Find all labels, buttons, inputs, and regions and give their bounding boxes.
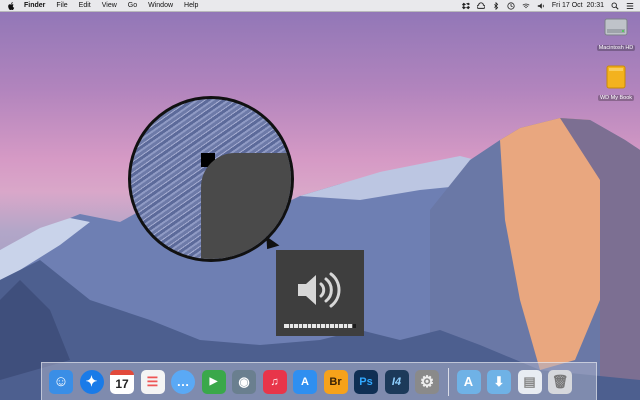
external-drive-icon — [606, 65, 626, 89]
desktop-icon-label: WD My Book — [597, 95, 635, 101]
apple-icon[interactable] — [8, 1, 15, 10]
dock-item-bridge[interactable]: Br — [323, 369, 348, 394]
volume-segment-divider — [329, 324, 330, 328]
zoom-lens — [128, 96, 294, 262]
volume-icon[interactable] — [537, 2, 545, 10]
desktop-icon-macintosh-hd[interactable]: Macintosh HD — [590, 14, 640, 51]
time-machine-icon[interactable] — [507, 1, 515, 10]
volume-segment-divider — [306, 324, 308, 328]
volume-segment-divider — [293, 324, 294, 328]
volume-segment-divider — [338, 324, 339, 328]
reminders-icon: ☰ — [146, 373, 159, 389]
dock-item-iphoto[interactable]: ◉ — [232, 369, 256, 394]
app-14-icon: I4 — [391, 375, 402, 388]
volume-segment-divider — [342, 324, 344, 328]
desktop-icon-wd-my-book[interactable]: WD My Book — [590, 64, 640, 101]
menu-edit[interactable]: Edit — [79, 0, 91, 11]
menubar-clock[interactable]: Fri 17 Oct 20:31 — [552, 0, 604, 11]
dock-item-photoshop[interactable]: Ps — [354, 369, 378, 394]
volume-segment-divider — [288, 324, 290, 328]
wallpaper-mountains — [0, 118, 640, 400]
gear-icon: ⚙ — [419, 373, 435, 391]
volume-segment-divider — [320, 324, 321, 328]
wifi-icon[interactable] — [522, 2, 530, 10]
hard-drive-icon — [604, 18, 628, 36]
dock-item-trash[interactable]: 🗑 — [548, 369, 572, 394]
volume-hud — [276, 250, 364, 336]
dock-item-safari[interactable]: ✦ — [79, 369, 104, 394]
dock-separator — [447, 367, 449, 396]
dock-item-app-store[interactable]: A — [293, 369, 317, 394]
menu-view[interactable]: View — [102, 0, 117, 11]
menu-bar: Finder File Edit View Go Window Help Fri… — [0, 0, 640, 12]
bridge-icon: Br — [329, 375, 342, 388]
downloads-folder-icon: ⬇ — [493, 373, 505, 389]
speaker-icon — [298, 272, 341, 308]
volume-segment-divider — [351, 324, 353, 328]
volume-segment-divider — [324, 324, 326, 328]
dock-item-finder[interactable]: ☺ — [49, 369, 73, 394]
menu-go[interactable]: Go — [128, 0, 137, 11]
spotlight-icon[interactable] — [611, 2, 619, 10]
dock-item-downloads[interactable]: ⬇ — [487, 369, 511, 394]
itunes-icon: ♫ — [270, 375, 279, 388]
facetime-icon: ▶ — [209, 376, 218, 387]
applications-folder-icon: A — [463, 374, 474, 389]
dock: ☺ ✦ 17 ☰ … ▶ ◉ ♫ A Br Ps I4 ⚙ A ⬇ ▤ 🗑 — [41, 362, 597, 400]
messages-icon: … — [176, 374, 190, 389]
volume-segment-divider — [315, 324, 317, 328]
dock-item-itunes[interactable]: ♫ — [262, 369, 287, 394]
calendar-icon: 17 — [115, 377, 129, 391]
finder-icon: ☺ — [53, 373, 69, 390]
volume-segment-divider — [347, 324, 348, 328]
menu-file[interactable]: File — [56, 0, 67, 11]
photos-icon: ◉ — [238, 373, 250, 389]
dock-item-applications[interactable]: A — [456, 369, 481, 394]
volume-segment-divider — [302, 324, 303, 328]
menu-help[interactable]: Help — [184, 0, 198, 11]
dock-item-system-preferences[interactable]: ⚙ — [415, 369, 439, 394]
dropbox-icon[interactable] — [461, 2, 470, 10]
zoomed-volume-hud — [201, 153, 291, 259]
dock-item-calendar[interactable]: 17 — [110, 369, 134, 394]
safari-icon: ✦ — [85, 373, 98, 389]
volume-segment-divider — [311, 324, 312, 328]
notification-center-icon[interactable] — [626, 2, 634, 10]
menu-window[interactable]: Window — [148, 0, 173, 11]
volume-segment-divider — [297, 324, 299, 328]
dock-item-messages[interactable]: … — [171, 369, 195, 394]
desktop — [0, 0, 640, 400]
menu-finder[interactable]: Finder — [24, 0, 45, 11]
photoshop-icon: Ps — [359, 375, 373, 388]
desktop-icon-label: Macintosh HD — [596, 45, 636, 51]
creative-cloud-icon[interactable] — [476, 1, 485, 10]
dock-item-facetime[interactable]: ▶ — [201, 369, 226, 394]
bluetooth-icon[interactable] — [492, 1, 500, 10]
trash-icon: 🗑 — [551, 373, 569, 389]
volume-level-bar — [284, 324, 356, 328]
dock-item-indesign-14[interactable]: I4 — [384, 369, 409, 394]
documents-stack-icon: ▤ — [523, 373, 536, 389]
dock-item-documents[interactable]: ▤ — [517, 369, 542, 394]
dock-item-reminders[interactable]: ☰ — [140, 369, 165, 394]
volume-segment-divider — [333, 324, 335, 328]
app-store-icon: A — [301, 375, 309, 388]
